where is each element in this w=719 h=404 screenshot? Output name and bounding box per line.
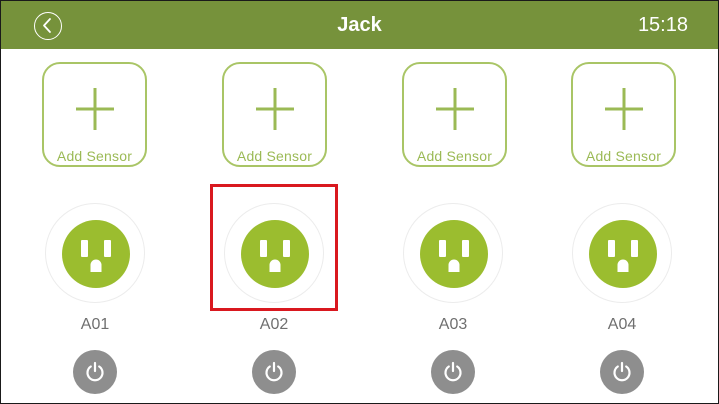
selection-highlight bbox=[210, 184, 338, 311]
outlet-a01-button[interactable] bbox=[45, 203, 145, 303]
plus-icon bbox=[605, 88, 643, 130]
outlet-icon bbox=[62, 220, 130, 288]
outlet-icon bbox=[420, 220, 488, 288]
power-button-a02[interactable] bbox=[252, 350, 296, 394]
outlet-label: A03 bbox=[438, 316, 468, 333]
power-button-a03[interactable] bbox=[431, 350, 475, 394]
outlet-a04-button[interactable] bbox=[572, 203, 672, 303]
add-sensor-button[interactable]: Add Sensor bbox=[402, 62, 507, 167]
power-icon bbox=[86, 361, 104, 382]
outlet-icon bbox=[589, 220, 657, 288]
power-button-a04[interactable] bbox=[600, 350, 644, 394]
power-button-a01[interactable] bbox=[73, 350, 117, 394]
add-sensor-button[interactable]: Add Sensor bbox=[571, 62, 676, 167]
page-title: Jack bbox=[337, 14, 382, 36]
add-sensor-label: Add Sensor bbox=[236, 148, 313, 164]
plus-icon bbox=[76, 88, 114, 130]
top-bar: Jack 15:18 bbox=[1, 1, 718, 49]
add-sensor-label: Add Sensor bbox=[56, 148, 133, 164]
power-icon bbox=[613, 361, 631, 382]
plus-icon bbox=[256, 88, 294, 130]
outlet-label: A01 bbox=[80, 316, 110, 333]
add-sensor-label: Add Sensor bbox=[416, 148, 493, 164]
power-icon bbox=[265, 361, 283, 382]
app-screen: Jack 15:18 Add Sensor Add Sensor Add Sen… bbox=[0, 0, 719, 404]
outlet-label: A02 bbox=[259, 316, 289, 333]
plus-icon bbox=[436, 88, 474, 130]
outlet-label: A04 bbox=[607, 316, 637, 333]
add-sensor-label: Add Sensor bbox=[585, 148, 662, 164]
outlet-a03-button[interactable] bbox=[403, 203, 503, 303]
add-sensor-button[interactable]: Add Sensor bbox=[222, 62, 327, 167]
power-icon bbox=[444, 361, 462, 382]
clock-time: 15:18 bbox=[637, 14, 688, 36]
add-sensor-button[interactable]: Add Sensor bbox=[42, 62, 147, 167]
